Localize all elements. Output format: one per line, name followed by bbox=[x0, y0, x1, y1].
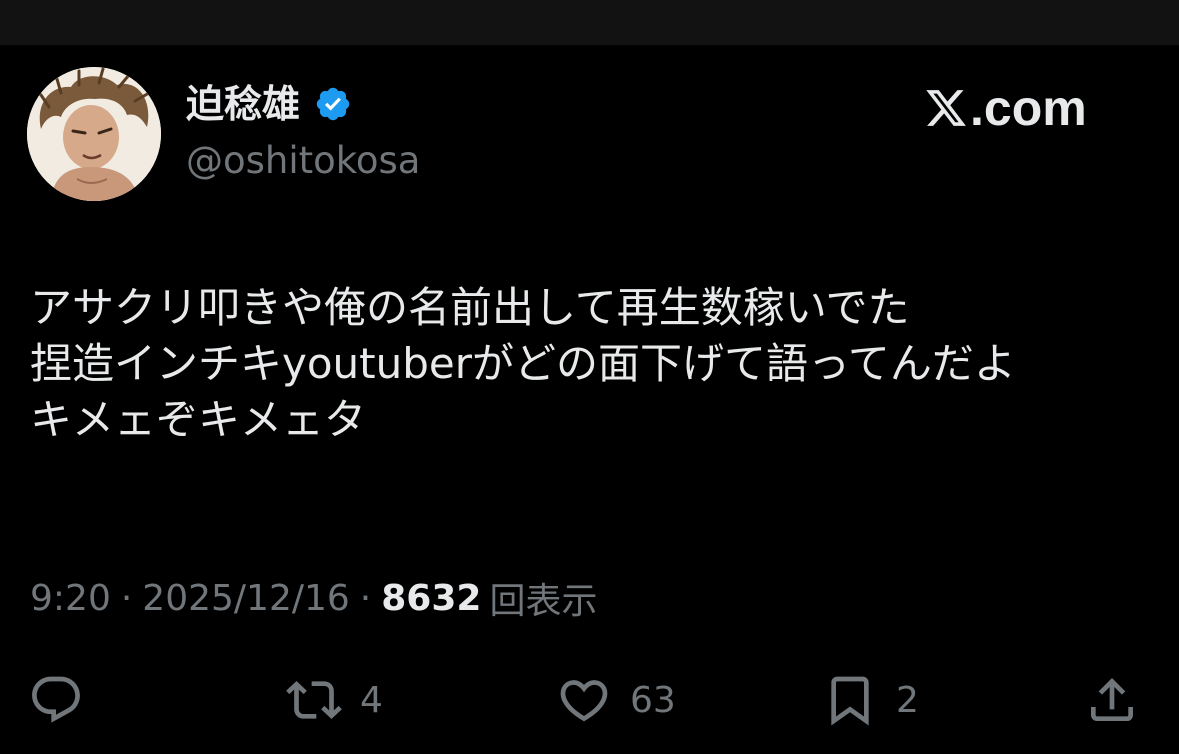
retweet-icon bbox=[286, 681, 342, 719]
retweet-button[interactable]: 4 bbox=[286, 670, 383, 730]
tweet-screenshot: 迫稔雄 @oshitokosa .com アサクリ叩きや俺の名前出して再生数稼い… bbox=[0, 0, 1179, 754]
heart-icon bbox=[560, 680, 608, 722]
meta-separator: · bbox=[120, 577, 133, 619]
top-bar bbox=[0, 0, 1179, 45]
tweet-meta: 9:20 · 2025/12/16 · 8632 回表示 bbox=[30, 574, 598, 623]
avatar[interactable] bbox=[27, 67, 161, 201]
action-bar: 4 63 2 bbox=[0, 670, 1179, 730]
brand-watermark: .com bbox=[924, 80, 1087, 136]
brand-label: .com bbox=[970, 80, 1087, 136]
share-button[interactable] bbox=[1084, 670, 1140, 730]
retweet-count: 4 bbox=[360, 679, 383, 721]
display-name[interactable]: 迫稔雄 bbox=[186, 80, 300, 128]
reply-button[interactable] bbox=[28, 670, 84, 730]
views-label: 回表示 bbox=[489, 581, 598, 622]
tweet-time[interactable]: 9:20 bbox=[30, 578, 111, 619]
bookmark-button[interactable]: 2 bbox=[822, 670, 919, 730]
author-name-row[interactable]: 迫稔雄 bbox=[186, 80, 352, 128]
author-handle[interactable]: @oshitokosa bbox=[186, 138, 420, 184]
reply-icon bbox=[32, 676, 80, 723]
x-logo-icon bbox=[926, 90, 966, 126]
bookmark-icon bbox=[831, 676, 869, 726]
views-count[interactable]: 8632 bbox=[381, 578, 481, 619]
bookmark-count: 2 bbox=[896, 679, 919, 721]
meta-separator: · bbox=[359, 577, 372, 619]
like-count: 63 bbox=[630, 679, 676, 721]
tweet-text: アサクリ叩きや俺の名前出して再生数稼いでた 捏造インチキyoutuberがどの面… bbox=[30, 280, 1160, 448]
tweet-date[interactable]: 2025/12/16 bbox=[142, 578, 350, 619]
avatar-image bbox=[27, 67, 161, 201]
verified-badge-icon bbox=[316, 87, 350, 121]
share-icon bbox=[1091, 678, 1133, 721]
tweet-line: キメェぞキメェタ bbox=[30, 395, 367, 444]
tweet-line: 捏造インチキyoutuberがどの面下げて語ってんだよ bbox=[30, 339, 1016, 388]
like-button[interactable]: 63 bbox=[556, 670, 676, 730]
tweet-line: アサクリ叩きや俺の名前出して再生数稼いでた bbox=[30, 283, 910, 332]
